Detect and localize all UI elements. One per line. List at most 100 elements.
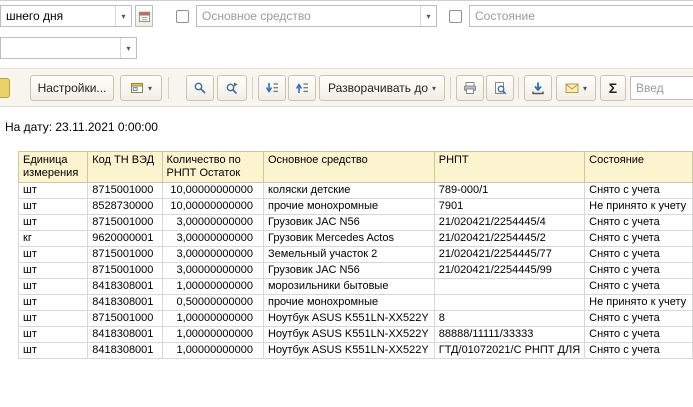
cell-quantity[interactable]: 3,00000000000 [161,246,264,263]
cell-code[interactable]: 8418308001 [87,294,163,311]
cell-asset[interactable]: Ноутбук ASUS K551LN-XX522Y [262,326,435,343]
cell-state[interactable]: Снято с учета [584,246,693,263]
cell-asset[interactable]: Ноутбук ASUS K551LN-XX522Y [262,342,435,359]
cell-asset[interactable]: Грузовик JAC N56 [262,262,435,279]
cell-unit[interactable]: шт [17,246,89,263]
cell-asset[interactable]: Земельный участок 2 [262,246,435,263]
chevron-down-icon[interactable]: ▾ [115,6,131,26]
print-button[interactable] [456,75,484,101]
cell-code[interactable]: 8418308001 [87,326,163,343]
cell-quantity[interactable]: 10,00000000000 [161,182,264,199]
table-row[interactable]: шт 8715001000 1,00000000000 Ноутбук ASUS… [17,310,693,327]
cell-asset[interactable]: Ноутбук ASUS K551LN-XX522Y [262,310,435,327]
table-row[interactable]: шт 8715001000 3,00000000000 Грузовик JAC… [17,262,693,279]
cell-rnpt[interactable]: 88888/11111/33333 [433,326,586,343]
table-row[interactable]: шт 8715001000 3,00000000000 Земельный уч… [17,246,693,263]
cell-unit[interactable]: шт [17,326,89,343]
table-row[interactable]: шт 8715001000 3,00000000000 Грузовик JAC… [17,214,693,231]
cell-state[interactable]: Снято с учета [584,342,693,359]
cell-state[interactable]: Снято с учета [584,326,693,343]
report-variant-button[interactable]: ▾ [120,75,162,101]
table-row[interactable]: шт 8418308001 1,00000000000 Ноутбук ASUS… [17,342,693,359]
cell-code[interactable]: 8528730000 [87,198,163,215]
period-end-field[interactable]: ▾ [0,37,137,59]
cell-rnpt[interactable]: 8 [433,310,586,327]
search-button[interactable] [186,75,214,101]
cell-rnpt[interactable]: ГТД/01072021/С РНПТ ДЛЯ [433,342,586,359]
cell-code[interactable]: 8715001000 [87,246,163,263]
autosum-button[interactable]: Σ [600,75,626,101]
send-email-button[interactable]: ▾ [556,75,596,101]
cell-asset[interactable]: Грузовик JAC N56 [262,214,435,231]
clipped-toolbar-button[interactable] [0,78,10,98]
cell-quantity[interactable]: 10,00000000000 [161,198,264,215]
asset-filter-field[interactable]: Основное средство ▾ [196,5,437,27]
table-row[interactable]: шт 8418308001 1,00000000000 морозильники… [17,278,693,295]
cell-asset[interactable]: прочие монохромные [262,294,435,311]
expand-to-button[interactable]: Разворачивать до ▾ [319,75,445,101]
cell-unit[interactable]: шт [17,294,89,311]
cell-quantity[interactable]: 3,00000000000 [161,262,264,279]
table-row[interactable]: кг 9620000001 3,00000000000 Грузовик Mer… [17,230,693,247]
cell-asset[interactable]: коляски детские [262,182,435,199]
table-row[interactable]: шт 8715001000 10,00000000000 коляски дет… [17,182,693,199]
cell-quantity[interactable]: 1,00000000000 [161,310,264,327]
cell-state[interactable]: Снято с учета [584,182,693,199]
collapse-groups-button[interactable] [258,75,286,101]
cell-unit[interactable]: шт [17,182,89,199]
cell-rnpt[interactable]: 21/020421/2254445/77 [433,246,586,263]
table-row[interactable]: шт 8418308001 0,50000000000 прочие монох… [17,294,693,311]
save-button[interactable] [524,75,552,101]
cell-state[interactable]: Снято с учета [584,278,693,295]
chevron-down-icon[interactable]: ▾ [120,38,136,58]
cell-rnpt[interactable] [433,294,586,311]
cell-code[interactable]: 8715001000 [87,182,163,199]
cell-quantity[interactable]: 1,00000000000 [161,342,264,359]
chevron-down-icon[interactable]: ▾ [420,6,436,26]
cell-quantity[interactable]: 0,50000000000 [161,294,264,311]
quick-search-input[interactable] [630,76,693,100]
table-row[interactable]: шт 8528730000 10,00000000000 прочие моно… [17,198,693,215]
cell-rnpt[interactable] [433,278,586,295]
cell-rnpt[interactable]: 21/020421/2254445/2 [433,230,586,247]
cell-rnpt[interactable]: 21/020421/2254445/99 [433,262,586,279]
state-filter-field[interactable]: Состояние [469,5,693,27]
cell-unit[interactable]: шт [17,278,89,295]
cell-state[interactable]: Снято с учета [584,310,693,327]
cell-state[interactable]: Не принято к учету [584,198,693,215]
cell-quantity[interactable]: 3,00000000000 [161,214,264,231]
calendar-button[interactable] [135,5,153,27]
cell-state[interactable]: Снято с учета [584,230,693,247]
cell-unit[interactable]: шт [17,262,89,279]
asset-filter-checkbox[interactable] [176,10,189,23]
cell-quantity[interactable]: 1,00000000000 [161,326,264,343]
cell-quantity[interactable]: 1,00000000000 [161,278,264,295]
cell-asset[interactable]: морозильники бытовые [262,278,435,295]
period-field[interactable]: шнего дня ▾ [0,5,132,27]
cell-rnpt[interactable]: 21/020421/2254445/4 [433,214,586,231]
cell-state[interactable]: Снято с учета [584,214,693,231]
cell-asset[interactable]: Грузовик Mercedes Actos [262,230,435,247]
cell-unit[interactable]: шт [17,310,89,327]
cell-unit[interactable]: шт [17,198,89,215]
cell-asset[interactable]: прочие монохромные [262,198,435,215]
cell-rnpt[interactable]: 789-000/1 [433,182,586,199]
table-row[interactable]: шт 8418308001 1,00000000000 Ноутбук ASUS… [17,326,693,343]
expand-groups-button[interactable] [288,75,316,101]
find-next-button[interactable] [217,75,247,101]
cell-unit[interactable]: шт [17,342,89,359]
print-preview-button[interactable] [486,75,514,101]
cell-code[interactable]: 9620000001 [87,230,163,247]
cell-code[interactable]: 8715001000 [87,310,163,327]
cell-code[interactable]: 8418308001 [87,342,163,359]
cell-quantity[interactable]: 3,00000000000 [161,230,264,247]
state-filter-checkbox[interactable] [449,10,462,23]
cell-state[interactable]: Снято с учета [584,262,693,279]
cell-unit[interactable]: шт [17,214,89,231]
settings-button[interactable]: Настройки... [30,75,114,101]
cell-code[interactable]: 8715001000 [87,214,163,231]
cell-rnpt[interactable]: 7901 [433,198,586,215]
cell-code[interactable]: 8715001000 [87,262,163,279]
cell-unit[interactable]: кг [17,230,89,247]
cell-state[interactable]: Не принято к учету [584,294,693,311]
